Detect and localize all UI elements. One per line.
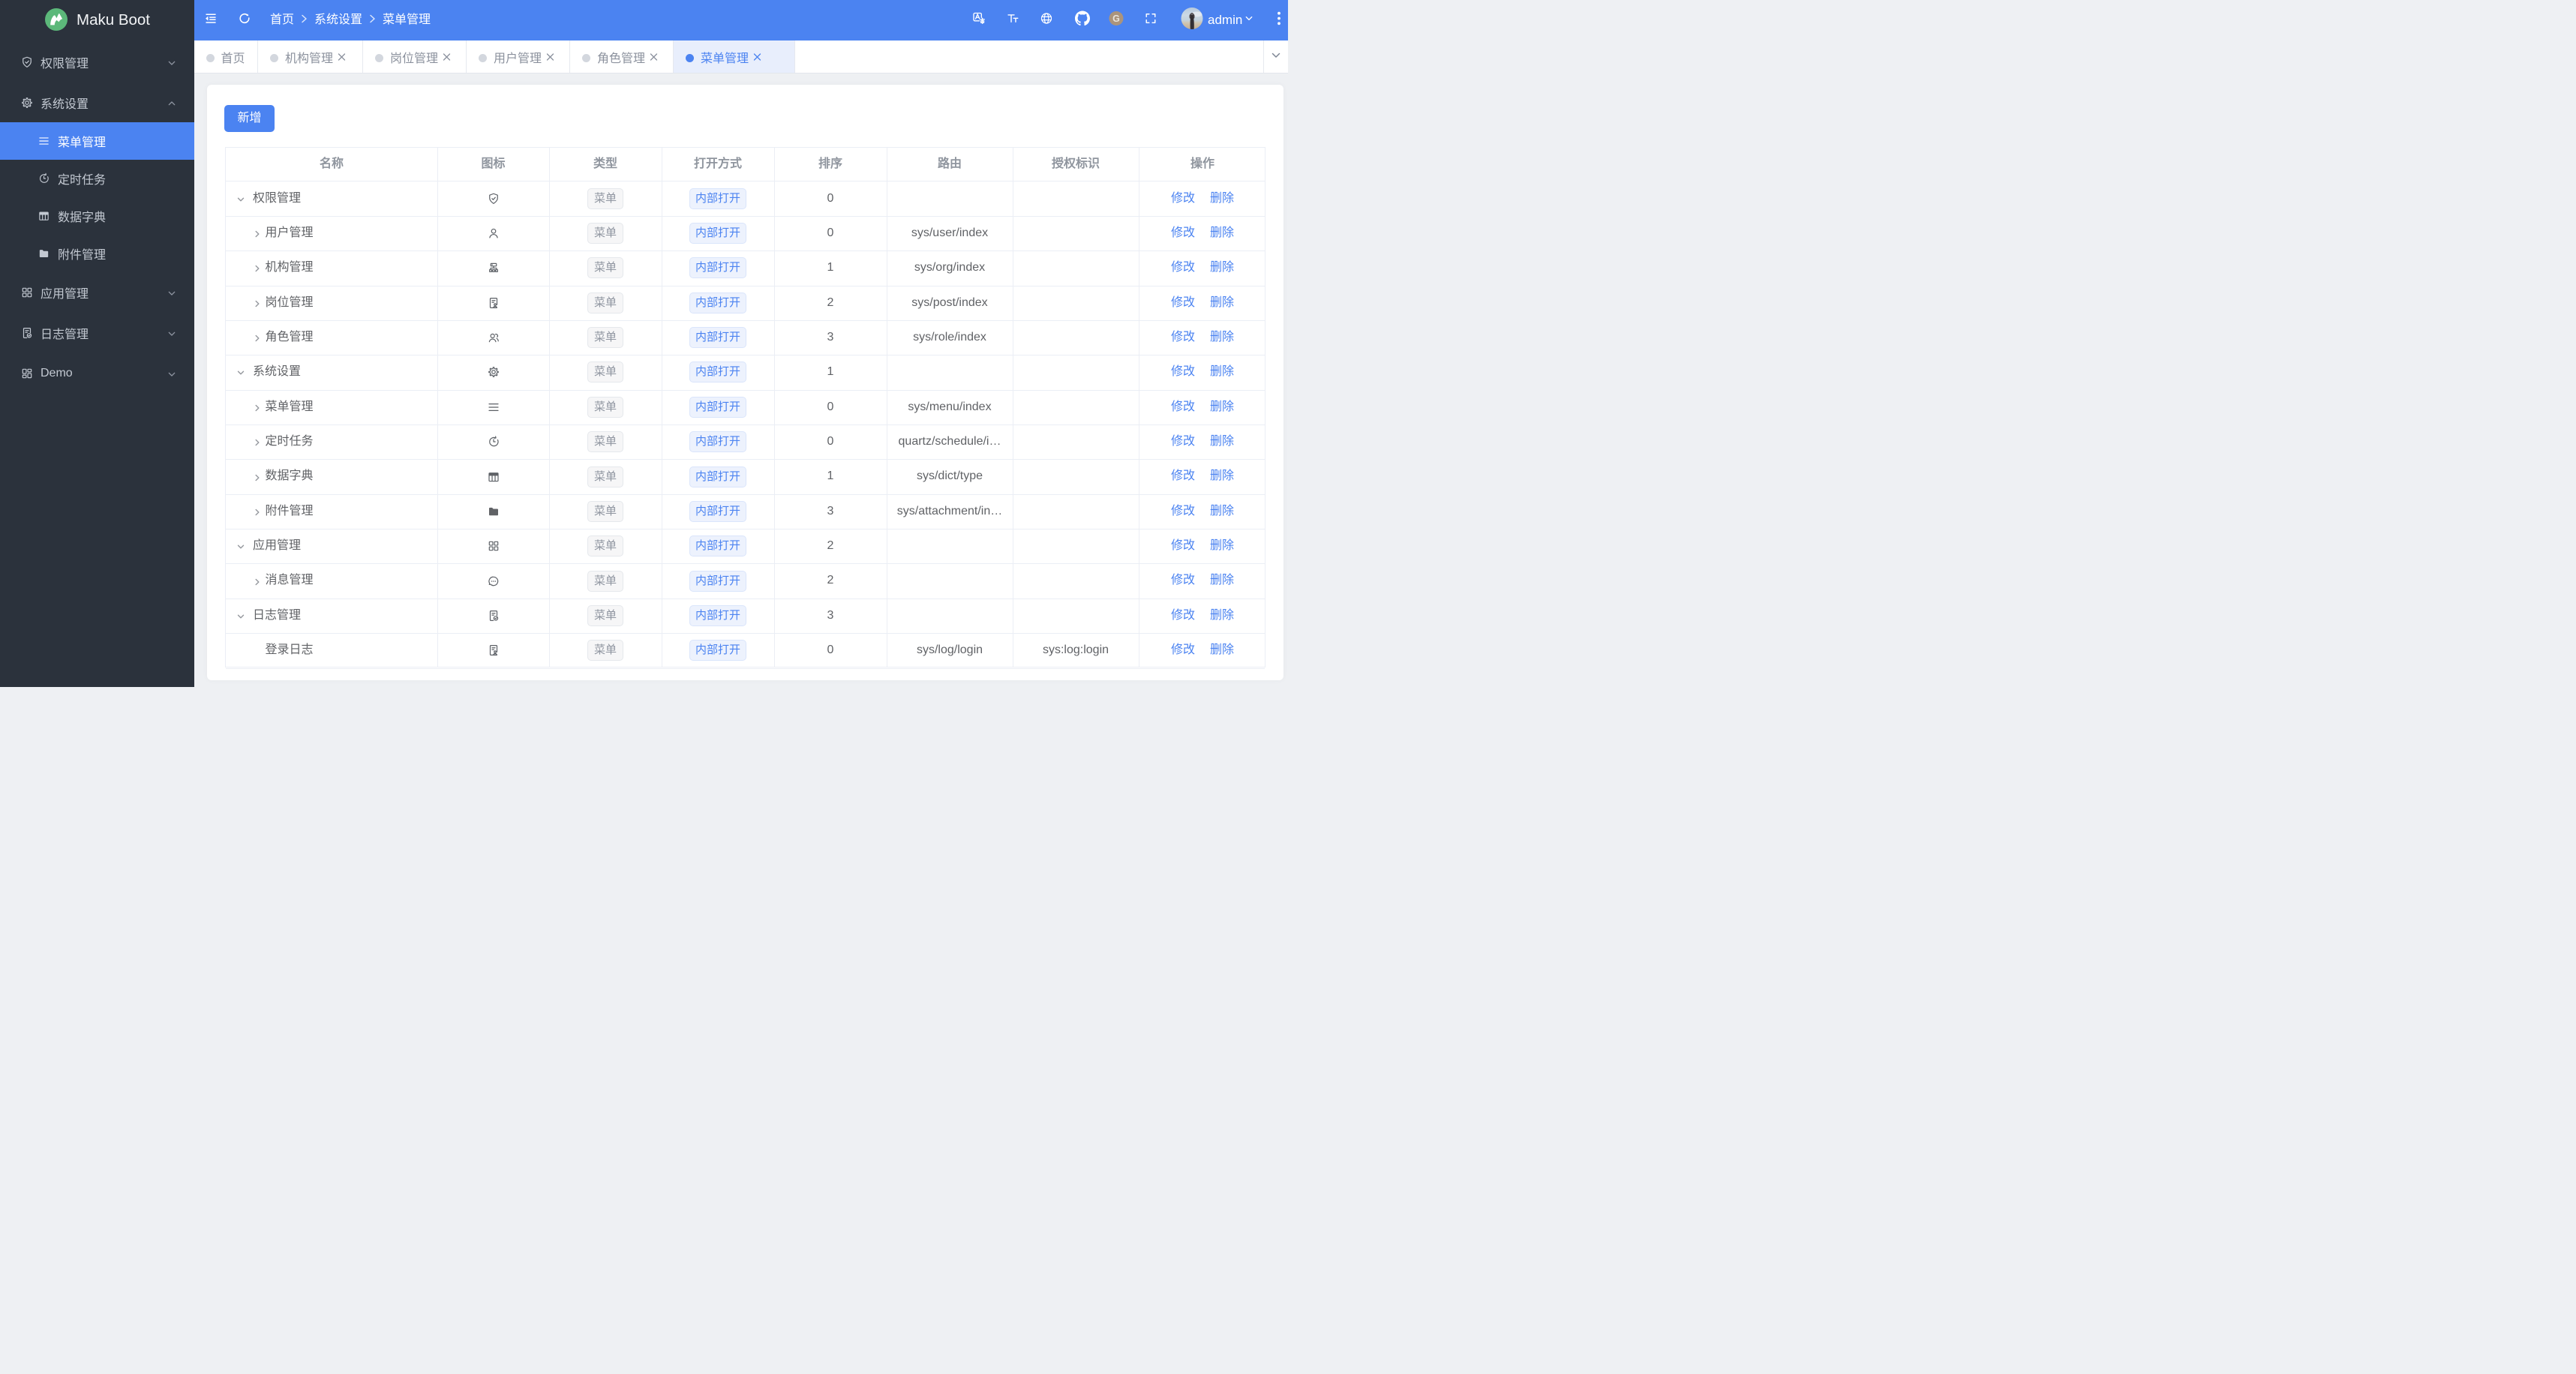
svg-text:G: G (1112, 14, 1120, 24)
